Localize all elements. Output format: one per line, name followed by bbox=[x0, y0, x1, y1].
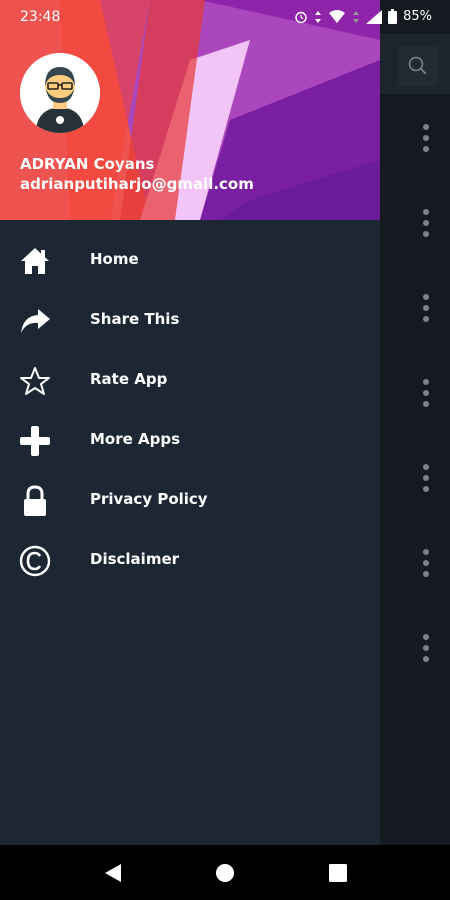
status-icons: 85% bbox=[294, 9, 432, 24]
user-name: ADRYAN Coyans bbox=[20, 155, 155, 173]
menu-item-disclaimer[interactable]: Disclaimer bbox=[0, 530, 380, 590]
home-circle-icon[interactable] bbox=[213, 861, 237, 885]
more-options-button[interactable] bbox=[421, 209, 431, 243]
recents-icon[interactable] bbox=[326, 861, 350, 885]
data-arrows-icon bbox=[315, 10, 322, 23]
menu-label: Home bbox=[90, 250, 139, 268]
more-options-button[interactable] bbox=[421, 124, 431, 158]
more-vert-icon bbox=[423, 464, 429, 470]
signal-icon bbox=[366, 9, 383, 24]
plus-icon bbox=[18, 424, 52, 458]
more-vert-icon bbox=[423, 379, 429, 385]
more-options-button[interactable] bbox=[421, 549, 431, 583]
data-arrows-icon bbox=[353, 10, 360, 23]
alarm-icon bbox=[295, 11, 307, 23]
search-icon bbox=[408, 56, 427, 75]
lock-icon bbox=[18, 484, 52, 518]
menu-label: Disclaimer bbox=[90, 550, 180, 568]
wifi-icon bbox=[329, 9, 346, 23]
menu-label: Share This bbox=[90, 310, 180, 328]
share-icon bbox=[18, 304, 52, 338]
more-vert-icon bbox=[423, 124, 429, 130]
menu-label: More Apps bbox=[90, 430, 181, 448]
drawer-menu: Home Share This Rate App More Apps Priva… bbox=[0, 230, 380, 590]
navigation-bar bbox=[0, 845, 450, 900]
home-icon bbox=[18, 244, 52, 278]
more-vert-icon bbox=[423, 209, 429, 215]
menu-item-rate-app[interactable]: Rate App bbox=[0, 350, 380, 410]
more-options-button[interactable] bbox=[421, 379, 431, 413]
more-vert-icon bbox=[423, 634, 429, 640]
avatar-image bbox=[20, 53, 100, 133]
more-options-button[interactable] bbox=[421, 294, 431, 328]
menu-item-privacy-policy[interactable]: Privacy Policy bbox=[0, 470, 380, 530]
menu-item-more-apps[interactable]: More Apps bbox=[0, 410, 380, 470]
menu-item-home[interactable]: Home bbox=[0, 230, 380, 290]
battery-percent: 85% bbox=[403, 9, 432, 24]
back-icon[interactable] bbox=[101, 861, 125, 885]
star-icon bbox=[18, 364, 52, 398]
search-button[interactable] bbox=[398, 46, 438, 86]
user-email: adrianputiharjo@gmail.com bbox=[20, 175, 254, 193]
menu-item-share-this[interactable]: Share This bbox=[0, 290, 380, 350]
battery-icon bbox=[388, 9, 398, 24]
more-vert-icon bbox=[423, 294, 429, 300]
status-bar: 23:48 85% bbox=[0, 0, 450, 34]
more-options-button[interactable] bbox=[421, 464, 431, 498]
menu-label: Privacy Policy bbox=[90, 490, 208, 508]
navigation-drawer: ADRYAN Coyans adrianputiharjo@gmail.com … bbox=[0, 0, 380, 845]
menu-label: Rate App bbox=[90, 370, 168, 388]
avatar[interactable] bbox=[20, 53, 100, 133]
copyright-icon bbox=[18, 544, 52, 578]
status-time: 23:48 bbox=[20, 9, 61, 25]
more-options-button[interactable] bbox=[421, 634, 431, 668]
more-vert-icon bbox=[423, 549, 429, 555]
